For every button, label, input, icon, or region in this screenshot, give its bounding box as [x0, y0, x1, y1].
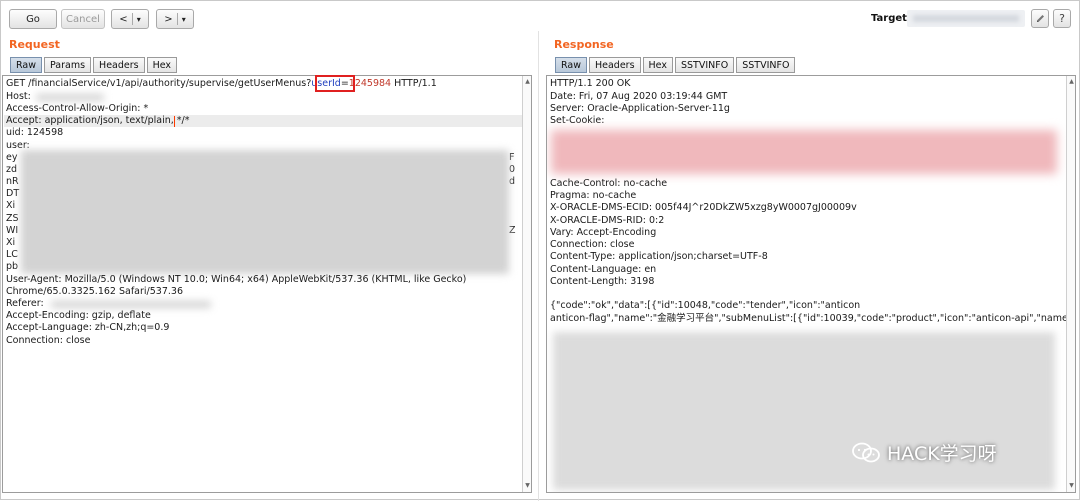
- token-line: zd: [6, 164, 18, 175]
- user-agent-continued: Chrome/65.0.3325.162 Safari/537.36: [6, 286, 183, 297]
- help-button[interactable]: ?: [1053, 9, 1071, 28]
- token-line: pb: [6, 261, 19, 272]
- pencil-icon: [1036, 15, 1044, 22]
- token-line: WI: [6, 225, 19, 236]
- help-icon: ?: [1059, 12, 1065, 25]
- burp-repeater-window: Go Cancel < ▾ > ▾ Target: ? Request Raw …: [0, 0, 1080, 501]
- userid-highlight-box: [315, 75, 355, 92]
- back-dropdown-icon[interactable]: ▾: [137, 15, 141, 24]
- token-line: ey: [6, 152, 18, 163]
- request-tabs: Raw Params Headers Hex: [10, 57, 178, 73]
- scroll-down-icon[interactable]: ▼: [1068, 482, 1075, 490]
- token-line: Xi: [6, 237, 16, 248]
- forward-arrow-icon: >: [164, 13, 173, 25]
- date-header: Date: Fri, 07 Aug 2020 03:19:44 GMT: [550, 91, 728, 102]
- accept-language-header: Accept-Language: zh-CN,zh;q=0.9: [6, 322, 170, 333]
- pane-divider[interactable]: [538, 31, 539, 501]
- request-scrollbar[interactable]: ▲ ▼: [522, 76, 531, 492]
- token-line-end: d: [509, 176, 516, 187]
- redacted-token: [21, 150, 509, 274]
- token-line: Xi: [6, 200, 16, 211]
- redacted-target: [913, 15, 1019, 22]
- acao-header: Access-Control-Allow-Origin: *: [6, 103, 149, 114]
- referer-header: Referer:: [6, 298, 44, 309]
- token-line: LC: [6, 249, 18, 260]
- token-line-end: Z: [509, 225, 516, 236]
- scroll-up-icon[interactable]: ▲: [524, 78, 531, 86]
- token-line: DT: [6, 188, 20, 199]
- cancel-button[interactable]: Cancel: [61, 9, 105, 29]
- request-title: Request: [9, 38, 60, 51]
- response-scrollbar[interactable]: ▲ ▼: [1066, 76, 1075, 492]
- content-language-header: Content-Language: en: [550, 264, 657, 275]
- token-line-end: 0: [509, 164, 516, 175]
- target-host-field[interactable]: [907, 10, 1025, 27]
- response-tabs: Raw Headers Hex SSTVINFO SSTVINFO: [555, 57, 796, 73]
- uid-header: uid: 124598: [6, 127, 64, 138]
- redacted-json-body: [553, 332, 1055, 490]
- response-viewer[interactable]: HTTP/1.1 200 OK Date: Fri, 07 Aug 2020 0…: [546, 75, 1076, 493]
- request-tab-params[interactable]: Params: [43, 57, 92, 73]
- watermark-text: HACK学习呀: [887, 443, 997, 465]
- token-line: ZS: [6, 213, 19, 224]
- json-body-line: {"code":"ok","data":[{"id":10048,"code":…: [550, 300, 861, 311]
- accept-encoding-header: Accept-Encoding: gzip, deflate: [6, 310, 151, 321]
- server-header: Server: Oracle-Application-Server-11g: [550, 103, 730, 114]
- divider: [176, 13, 178, 25]
- request-tab-headers[interactable]: Headers: [93, 57, 145, 73]
- divider: [131, 13, 133, 25]
- cache-control-header: Cache-Control: no-cache: [550, 178, 668, 189]
- wechat-icon: [852, 442, 880, 462]
- response-tab-sstvinfo-2[interactable]: SSTVINFO: [736, 57, 796, 73]
- host-header: Host:: [6, 91, 31, 102]
- request-editor[interactable]: GET /financialService/v1/api/authority/s…: [2, 75, 532, 493]
- content-length-header: Content-Length: 3198: [550, 276, 655, 287]
- redacted-cookie: [551, 130, 1057, 174]
- response-tab-headers[interactable]: Headers: [588, 57, 641, 73]
- accept-header: Accept: application/json, text/plain, */…: [6, 115, 190, 126]
- token-line-end: F: [509, 152, 515, 163]
- json-body-line: anticon-flag","name":"金融学习平台","subMenuLi…: [550, 313, 1076, 324]
- go-label: Go: [26, 13, 40, 25]
- connection-header: Connection: close: [550, 239, 635, 250]
- connection-header: Connection: close: [6, 335, 91, 346]
- go-button[interactable]: Go: [9, 9, 57, 29]
- forward-button[interactable]: > ▾: [156, 9, 194, 29]
- back-button[interactable]: < ▾: [111, 9, 149, 29]
- watermark: HACK学习呀: [851, 439, 997, 466]
- rid-header: X-ORACLE-DMS-RID: 0:2: [550, 215, 665, 226]
- redacted-host: [36, 94, 104, 101]
- response-title: Response: [554, 38, 614, 51]
- request-line: GET /financialService/v1/api/authority/s…: [6, 78, 437, 89]
- content-type-header: Content-Type: application/json;charset=U…: [550, 251, 768, 262]
- text-cursor: [174, 116, 175, 127]
- vary-header: Vary: Accept-Encoding: [550, 227, 657, 238]
- token-line: nR: [6, 176, 19, 187]
- user-agent-header: User-Agent: Mozilla/5.0 (Windows NT 10.0…: [6, 274, 467, 285]
- scroll-down-icon[interactable]: ▼: [524, 482, 531, 490]
- set-cookie-header: Set-Cookie:: [550, 115, 605, 126]
- forward-dropdown-icon[interactable]: ▾: [182, 15, 186, 24]
- response-tab-sstvinfo[interactable]: SSTVINFO: [674, 57, 735, 73]
- redacted-referer: [51, 301, 211, 308]
- request-tab-raw[interactable]: Raw: [10, 57, 42, 73]
- status-line: HTTP/1.1 200 OK: [550, 78, 631, 89]
- target-label: Target:: [871, 13, 911, 24]
- scroll-up-icon[interactable]: ▲: [1068, 78, 1075, 86]
- request-tab-hex[interactable]: Hex: [146, 57, 178, 73]
- ecid-header: X-ORACLE-DMS-ECID: 005f44J^r20DkZW5xzg8y…: [550, 202, 857, 213]
- edit-target-button[interactable]: [1031, 9, 1049, 28]
- cancel-label: Cancel: [66, 13, 100, 25]
- response-tab-hex[interactable]: Hex: [642, 57, 673, 73]
- back-arrow-icon: <: [119, 13, 128, 25]
- pragma-header: Pragma: no-cache: [550, 190, 637, 201]
- response-tab-raw[interactable]: Raw: [555, 57, 587, 73]
